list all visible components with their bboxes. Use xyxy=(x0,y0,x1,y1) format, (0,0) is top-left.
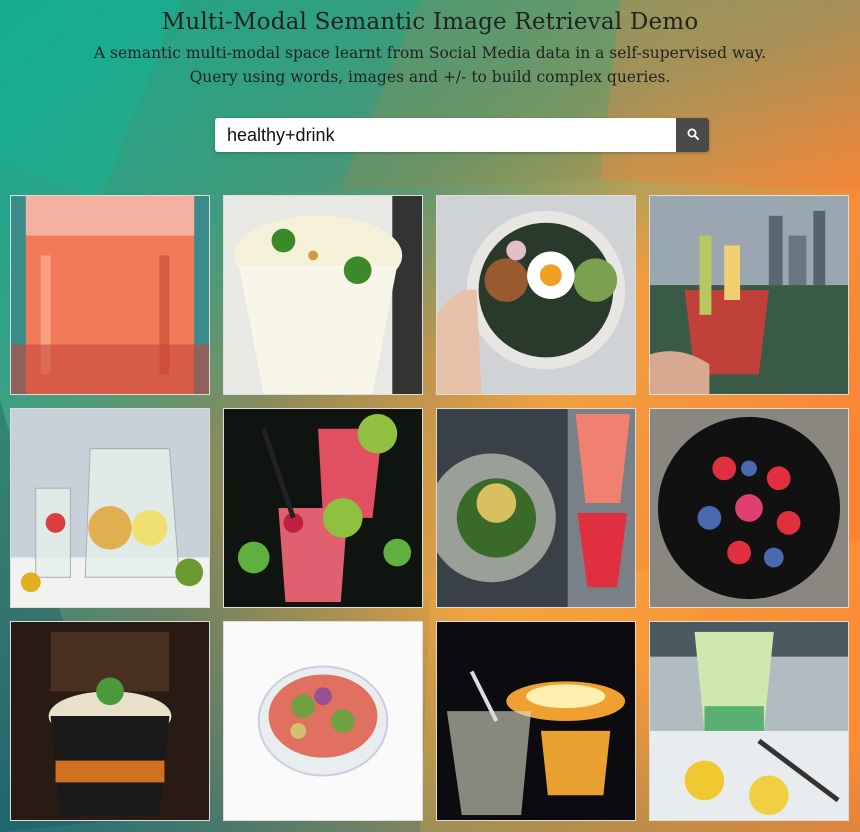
search-bar xyxy=(215,118,709,152)
result-salad-and-juices[interactable] xyxy=(436,408,636,608)
result-mint-coffee-cup[interactable] xyxy=(10,621,210,821)
result-white-smoothie[interactable] xyxy=(223,195,423,395)
result-egg-grain-bowl[interactable] xyxy=(436,195,636,395)
result-fruit-water-pitcher[interactable] xyxy=(10,408,210,608)
page-subtitle-1: A semantic multi-modal space learnt from… xyxy=(93,44,767,62)
search-icon xyxy=(687,128,699,143)
page-title: Multi-Modal Semantic Image Retrieval Dem… xyxy=(161,9,699,35)
result-bloody-mary-city[interactable] xyxy=(649,195,849,395)
result-raspberry-mojito[interactable] xyxy=(223,408,423,608)
result-pink-juice-glass[interactable] xyxy=(10,195,210,395)
result-fire-drinks[interactable] xyxy=(436,621,636,821)
result-berry-plate[interactable] xyxy=(649,408,849,608)
result-green-smoothie-lemon[interactable] xyxy=(649,621,849,821)
result-salad-bowl[interactable] xyxy=(223,621,423,821)
page-subtitle-2: Query using words, images and +/- to bui… xyxy=(189,68,671,86)
search-button[interactable] xyxy=(676,118,709,152)
search-input[interactable] xyxy=(215,118,676,152)
